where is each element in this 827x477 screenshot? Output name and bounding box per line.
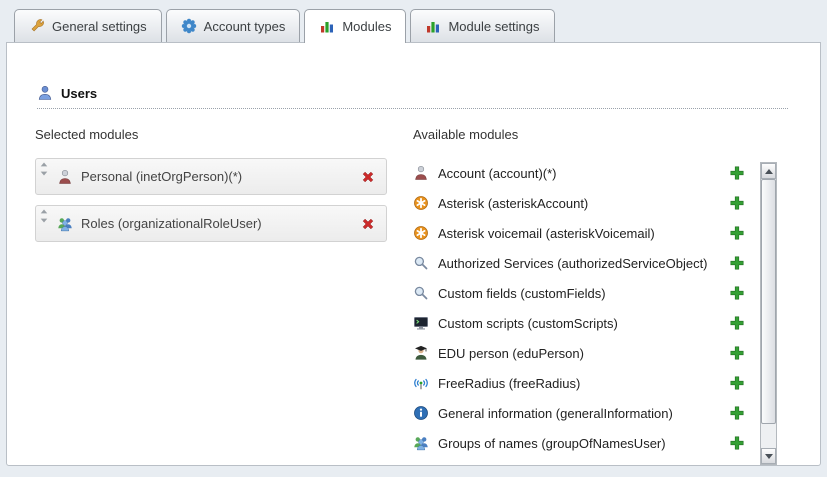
add-module-button[interactable] — [729, 315, 745, 331]
selected-module-row: Personal (inetOrgPerson)(*) — [35, 158, 387, 195]
asterisk-icon — [413, 195, 429, 211]
available-module-label: Asterisk voicemail (asteriskVoicemail) — [438, 226, 655, 241]
add-module-button[interactable] — [729, 375, 745, 391]
person-icon — [57, 169, 73, 185]
asterisk-icon — [413, 225, 429, 241]
selected-module-label: Roles (organizationalRoleUser) — [81, 216, 262, 231]
available-module-label: Asterisk (asteriskAccount) — [438, 196, 588, 211]
section-title: Users — [61, 86, 97, 101]
tab-label: Account types — [204, 19, 286, 34]
tab-modules[interactable]: Modules — [304, 9, 406, 43]
down-arrow-icon — [765, 454, 773, 459]
tab-module-settings[interactable]: Module settings — [410, 9, 554, 42]
remove-module-button[interactable] — [360, 169, 376, 185]
add-module-button[interactable] — [729, 195, 745, 211]
magnifier-icon — [413, 255, 429, 271]
available-modules-list: Account (account)(*) Asterisk (asteriskAc… — [413, 158, 796, 458]
available-module-row: Custom scripts (customScripts) — [413, 308, 745, 338]
chart-icon — [425, 18, 441, 34]
add-module-button[interactable] — [729, 285, 745, 301]
add-module-button[interactable] — [729, 225, 745, 241]
group-icon — [413, 435, 429, 451]
tab-label: Modules — [342, 19, 391, 34]
lam-configuration-screen: General settings Account types Modules Modu… — [0, 0, 827, 477]
selected-modules-heading: Selected modules — [35, 127, 387, 142]
tab-general-settings[interactable]: General settings — [14, 9, 162, 42]
add-module-button[interactable] — [729, 255, 745, 271]
available-module-row: EDU person (eduPerson) — [413, 338, 745, 368]
selected-module-row: Roles (organizationalRoleUser) — [35, 205, 387, 242]
available-module-label: Custom fields (customFields) — [438, 286, 606, 301]
available-module-row: Asterisk voicemail (asteriskVoicemail) — [413, 218, 745, 248]
info-icon — [413, 405, 429, 421]
available-module-row: Groups of names (groupOfNamesUser) — [413, 428, 745, 458]
person-icon — [413, 165, 429, 181]
chart-icon — [319, 18, 335, 34]
add-module-button[interactable] — [729, 405, 745, 421]
remove-module-button[interactable] — [360, 216, 376, 232]
selected-module-label: Personal (inetOrgPerson)(*) — [81, 169, 242, 184]
available-module-row: FreeRadius (freeRadius) — [413, 368, 745, 398]
available-module-row: Account (account)(*) — [413, 158, 745, 188]
available-module-label: Custom scripts (customScripts) — [438, 316, 618, 331]
tab-label: General settings — [52, 19, 147, 34]
badge-icon — [181, 18, 197, 34]
available-modules-heading: Available modules — [413, 127, 796, 142]
radius-icon — [413, 375, 429, 391]
available-module-row: General information (generalInformation) — [413, 398, 745, 428]
available-module-row: Custom fields (customFields) — [413, 278, 745, 308]
magnifier-icon — [413, 285, 429, 301]
available-module-label: General information (generalInformation) — [438, 406, 673, 421]
available-modules-scrollbar[interactable] — [760, 162, 777, 465]
available-module-row: Authorized Services (authorizedServiceOb… — [413, 248, 745, 278]
add-module-button[interactable] — [729, 165, 745, 181]
available-module-label: EDU person (eduPerson) — [438, 346, 584, 361]
terminal-icon — [413, 315, 429, 331]
add-module-button[interactable] — [729, 435, 745, 451]
add-module-button[interactable] — [729, 345, 745, 361]
available-module-label: Authorized Services (authorizedServiceOb… — [438, 256, 708, 271]
scrollbar-up-button[interactable] — [761, 163, 776, 179]
content-panel: Users Selected modules Personal (inetOrg… — [6, 42, 821, 466]
section-header: Users — [37, 85, 788, 109]
scrollbar-thumb[interactable] — [761, 179, 776, 424]
scrollbar-down-button[interactable] — [761, 448, 776, 464]
available-modules-column: Available modules Account (account)(*) As… — [413, 127, 796, 458]
available-module-row: Asterisk (asteriskAccount) — [413, 188, 745, 218]
tab-account-types[interactable]: Account types — [166, 9, 301, 42]
tab-bar: General settings Account types Modules Modu… — [0, 0, 827, 42]
sort-handle-icon[interactable] — [39, 162, 49, 176]
edu-icon — [413, 345, 429, 361]
tab-label: Module settings — [448, 19, 539, 34]
available-module-label: Account (account)(*) — [438, 166, 557, 181]
up-arrow-icon — [765, 169, 773, 174]
sort-handle-icon[interactable] — [39, 209, 49, 223]
modules-columns: Selected modules Personal (inetOrgPerson… — [35, 127, 796, 458]
available-module-label: FreeRadius (freeRadius) — [438, 376, 580, 391]
wrench-icon — [29, 18, 45, 34]
selected-modules-list: Personal (inetOrgPerson)(*) Roles (organi… — [35, 158, 387, 242]
group-icon — [57, 216, 73, 232]
available-module-label: Groups of names (groupOfNamesUser) — [438, 436, 666, 451]
user-icon — [37, 85, 53, 101]
selected-modules-column: Selected modules Personal (inetOrgPerson… — [35, 127, 387, 458]
